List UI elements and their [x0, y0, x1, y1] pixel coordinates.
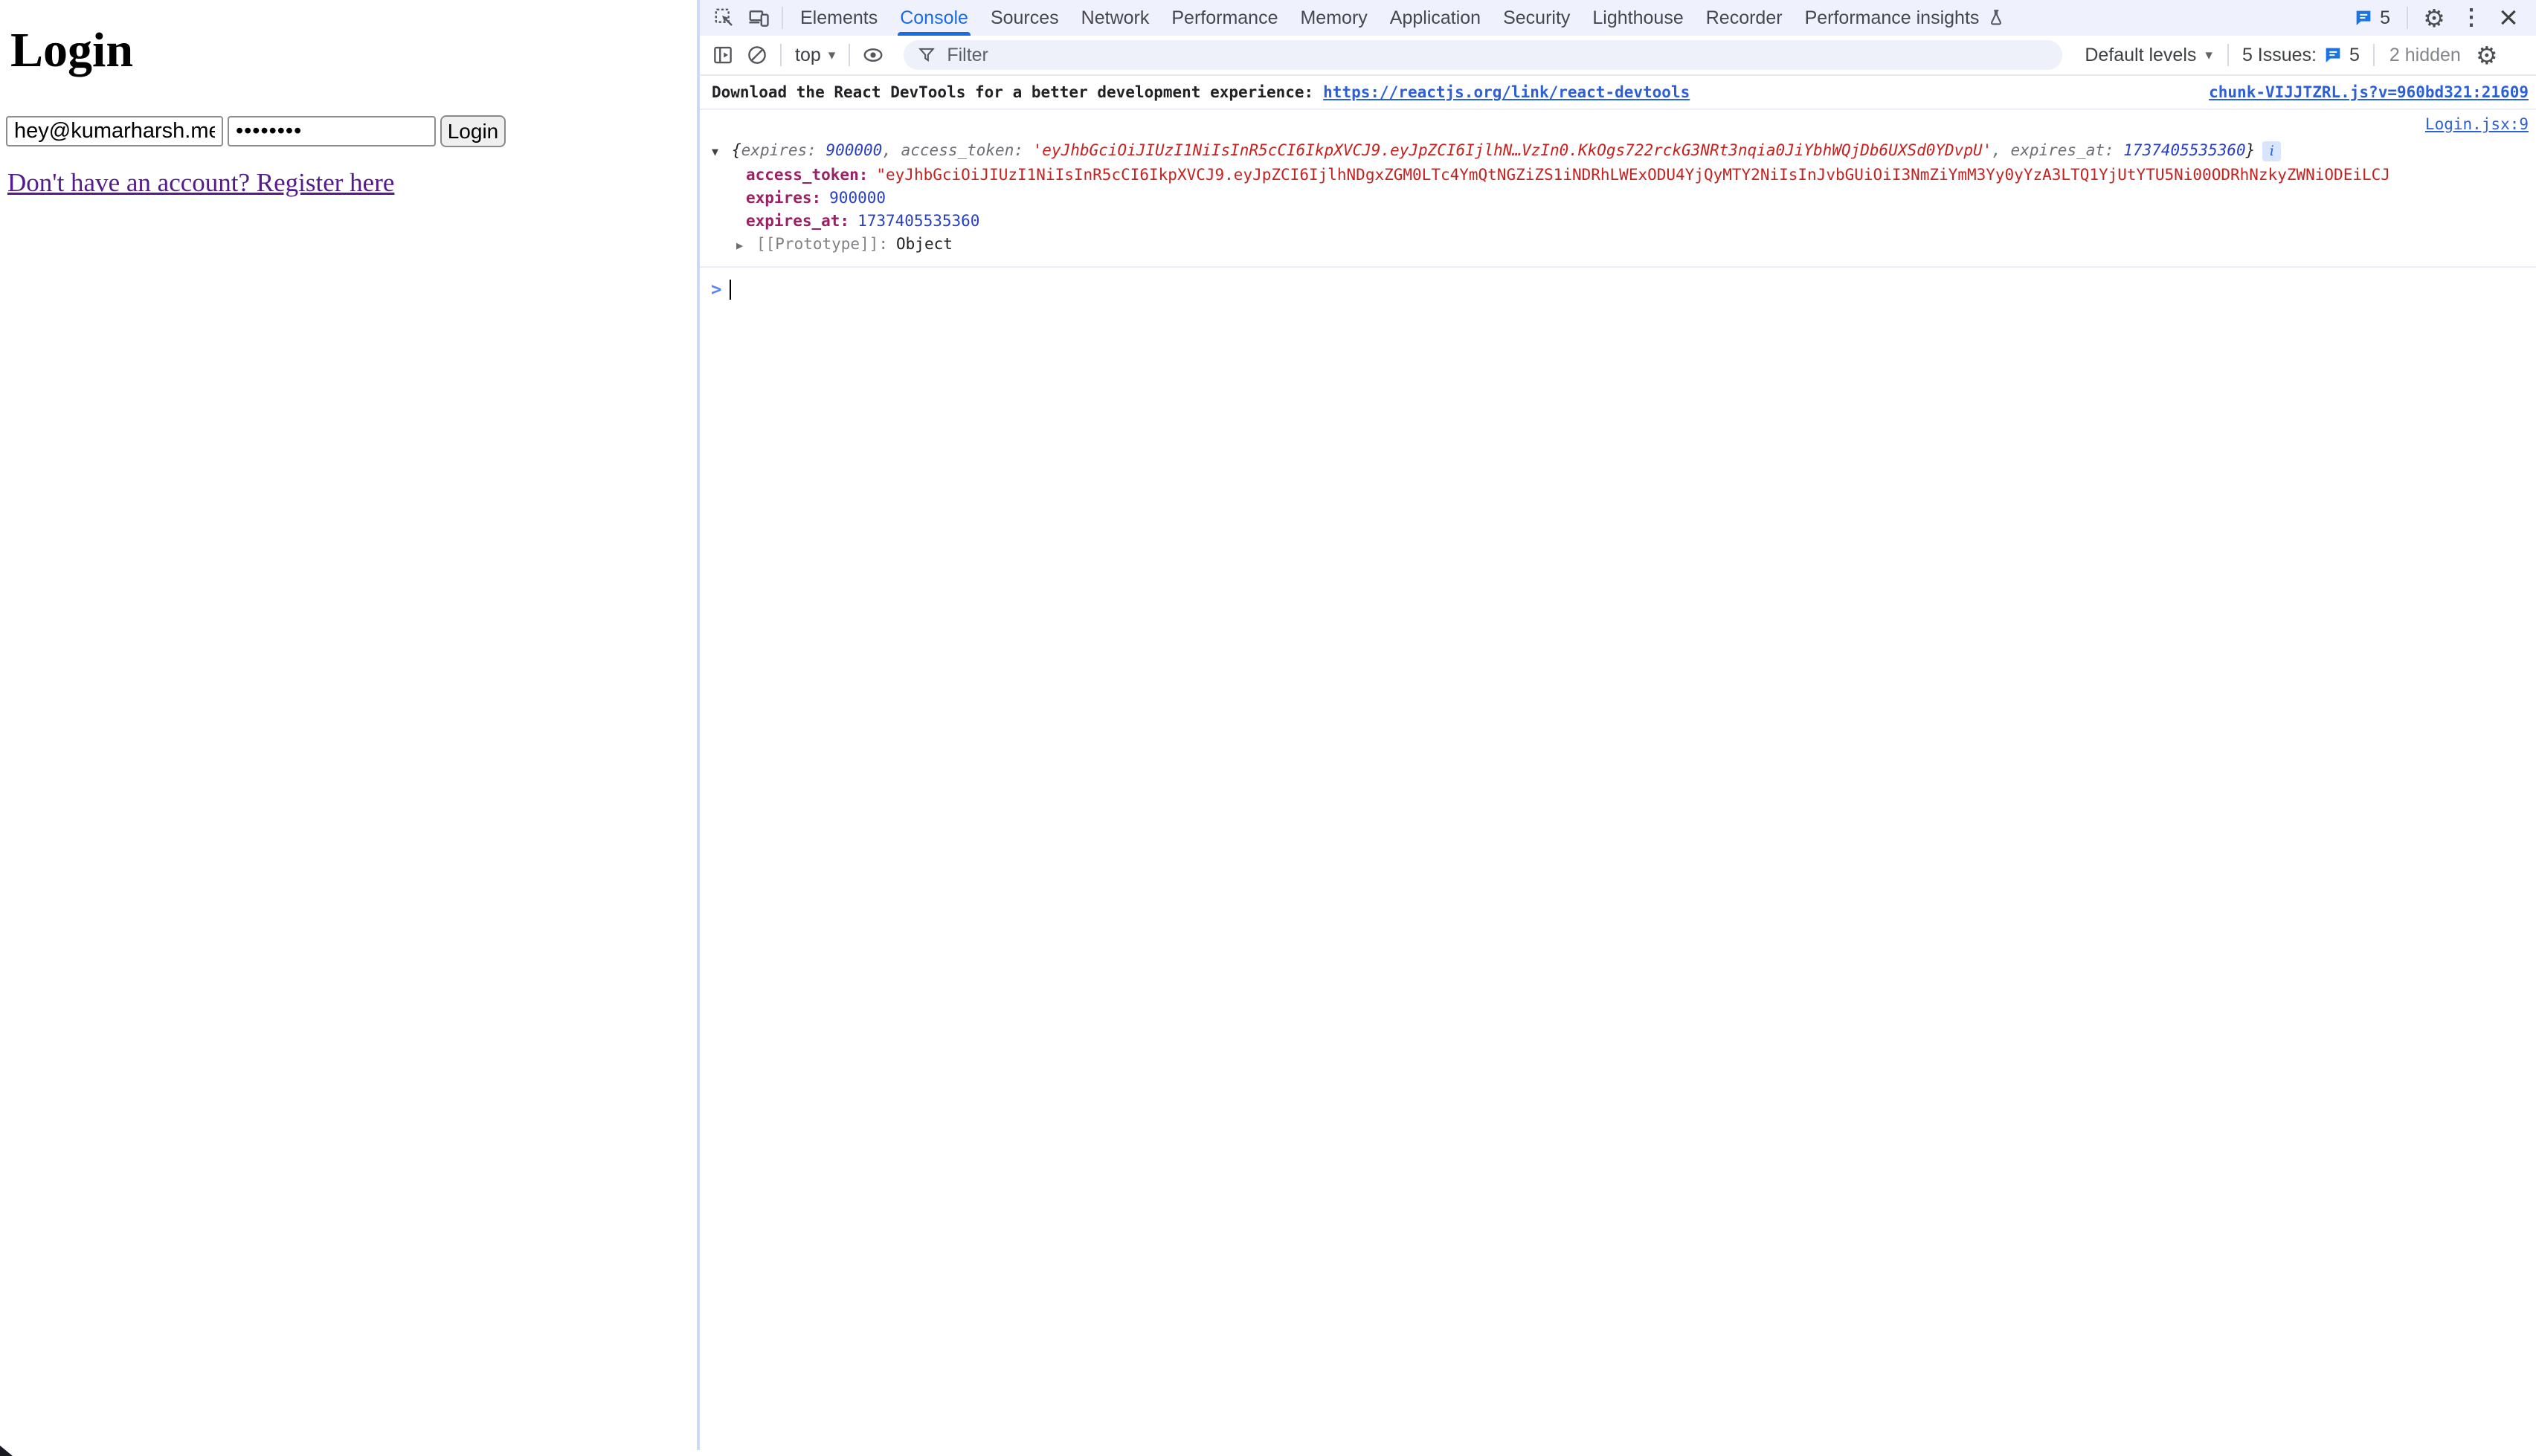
issues-counter[interactable]: 5	[2346, 7, 2398, 29]
close-devtools-button[interactable]: ×	[2491, 1, 2526, 34]
tabbar-right-controls: 5 ⚙ ⋮ ×	[2346, 1, 2526, 34]
execution-context-selector[interactable]: top ▾	[788, 45, 843, 66]
source-link-login-jsx[interactable]: Login.jsx:9	[2425, 115, 2529, 133]
console-sidebar-toggle-button[interactable]	[706, 39, 740, 71]
chevron-down-icon: ▾	[828, 47, 836, 64]
tab-performance[interactable]: Performance	[1160, 0, 1289, 36]
login-button[interactable]: Login	[440, 115, 506, 147]
gear-icon: ⚙	[2476, 43, 2498, 68]
console-message-object-log: Login.jsx:9 ▼{expires: 900000, access_to…	[700, 110, 2536, 268]
tab-console[interactable]: Console	[889, 0, 979, 36]
flask-icon	[1986, 8, 2006, 28]
tabbar-separator	[782, 7, 783, 29]
console-toolbar: top ▾ Default levels ▾ 5 Issues:	[700, 36, 2536, 76]
clear-console-button[interactable]	[740, 39, 774, 71]
email-field[interactable]	[6, 116, 223, 146]
register-link[interactable]: Don't have an account? Register here	[7, 168, 394, 198]
tab-lighthouse[interactable]: Lighthouse	[1581, 0, 1694, 36]
chevron-down-icon: ▾	[2205, 47, 2212, 64]
text-cursor	[730, 280, 731, 300]
console-message-react-devtools: Download the React DevTools for a better…	[700, 76, 2536, 110]
tab-network[interactable]: Network	[1070, 0, 1161, 36]
console-output: Download the React DevTools for a better…	[700, 76, 2536, 300]
object-property-prototype: ▶[[Prototype]]:Object	[712, 233, 2529, 257]
filter-input[interactable]	[945, 44, 2049, 67]
inspect-element-button[interactable]	[707, 1, 741, 34]
caret-down-expanded-icon[interactable]: ▼	[712, 141, 732, 164]
info-badge-icon[interactable]: i	[2262, 141, 2281, 161]
issues-text: 5 Issues:	[2242, 45, 2317, 66]
issues-bubble-icon	[2323, 45, 2343, 65]
levels-label: Default levels	[2085, 45, 2196, 66]
gear-icon: ⚙	[2423, 6, 2445, 30]
kebab-menu-icon: ⋮	[2460, 7, 2482, 29]
devtools-tabbar: Elements Console Sources Network Perform…	[700, 0, 2536, 36]
live-expression-button[interactable]	[856, 39, 890, 71]
object-property-access-token: access_token:"eyJhbGciOiJIUzI1NiIsInR5cC…	[712, 164, 2529, 187]
message-text: Download the React DevTools for a better…	[712, 83, 1313, 101]
console-settings-button[interactable]: ⚙	[2470, 39, 2504, 71]
prompt-chevron-icon: >	[711, 279, 721, 300]
tabbar-separator	[2407, 7, 2408, 29]
settings-button[interactable]: ⚙	[2417, 1, 2451, 34]
caret-right-collapsed-icon[interactable]: ▶	[736, 234, 756, 257]
tab-recorder[interactable]: Recorder	[1695, 0, 1794, 36]
sidebar-panel-icon	[712, 44, 734, 66]
tab-sources[interactable]: Sources	[979, 0, 1070, 36]
device-toolbar-icon	[747, 7, 770, 29]
tab-elements[interactable]: Elements	[789, 0, 889, 36]
inspect-cursor-icon	[713, 7, 736, 29]
ban-circle-icon	[746, 44, 768, 66]
toolbar-separator	[2373, 44, 2375, 66]
tab-application[interactable]: Application	[1379, 0, 1492, 36]
page-title: Login	[10, 22, 133, 79]
object-property-expires: expires:900000	[712, 187, 2529, 210]
window-corner-artifact	[0, 1446, 13, 1456]
eye-icon	[862, 44, 884, 66]
login-page: Login Login Don't have an account? Regis…	[0, 0, 697, 1456]
object-property-expires-at: expires_at:1737405535360	[712, 210, 2529, 233]
tab-memory[interactable]: Memory	[1289, 0, 1378, 36]
issues-bubble-icon	[2353, 7, 2374, 28]
toolbar-separator	[780, 44, 782, 66]
devtools-menu-button[interactable]: ⋮	[2454, 1, 2488, 34]
react-devtools-link[interactable]: https://reactjs.org/link/react-devtools	[1323, 83, 1690, 101]
toolbar-separator	[2227, 44, 2229, 66]
tab-security[interactable]: Security	[1492, 0, 1581, 36]
login-form: Login	[6, 115, 506, 147]
toolbar-issues-count: 5	[2349, 45, 2360, 66]
toolbar-issues-counter[interactable]: 5 Issues: 5	[2235, 45, 2367, 66]
toolbar-separator	[849, 44, 850, 66]
hidden-messages-label: 2 hidden	[2381, 45, 2470, 66]
console-filter-box[interactable]	[904, 40, 2062, 70]
log-levels-selector[interactable]: Default levels ▾	[2076, 45, 2221, 66]
funnel-filter-icon	[917, 45, 936, 65]
devtools-panel: Elements Console Sources Network Perform…	[700, 0, 2536, 1456]
toggle-device-toolbar-button[interactable]	[741, 1, 776, 34]
issues-count-label: 5	[2380, 7, 2390, 29]
password-field[interactable]	[228, 116, 436, 146]
object-preview-line: ▼{expires: 900000, access_token: 'eyJhbG…	[712, 139, 2529, 164]
tab-performance-insights[interactable]: Performance insights	[1794, 0, 2018, 36]
source-link-chunk[interactable]: chunk-VIJJTZRL.js?v=960bd321:21609	[2209, 83, 2529, 101]
console-prompt[interactable]: >	[700, 279, 2536, 300]
close-icon: ×	[2499, 1, 2518, 34]
context-label: top	[795, 45, 821, 66]
